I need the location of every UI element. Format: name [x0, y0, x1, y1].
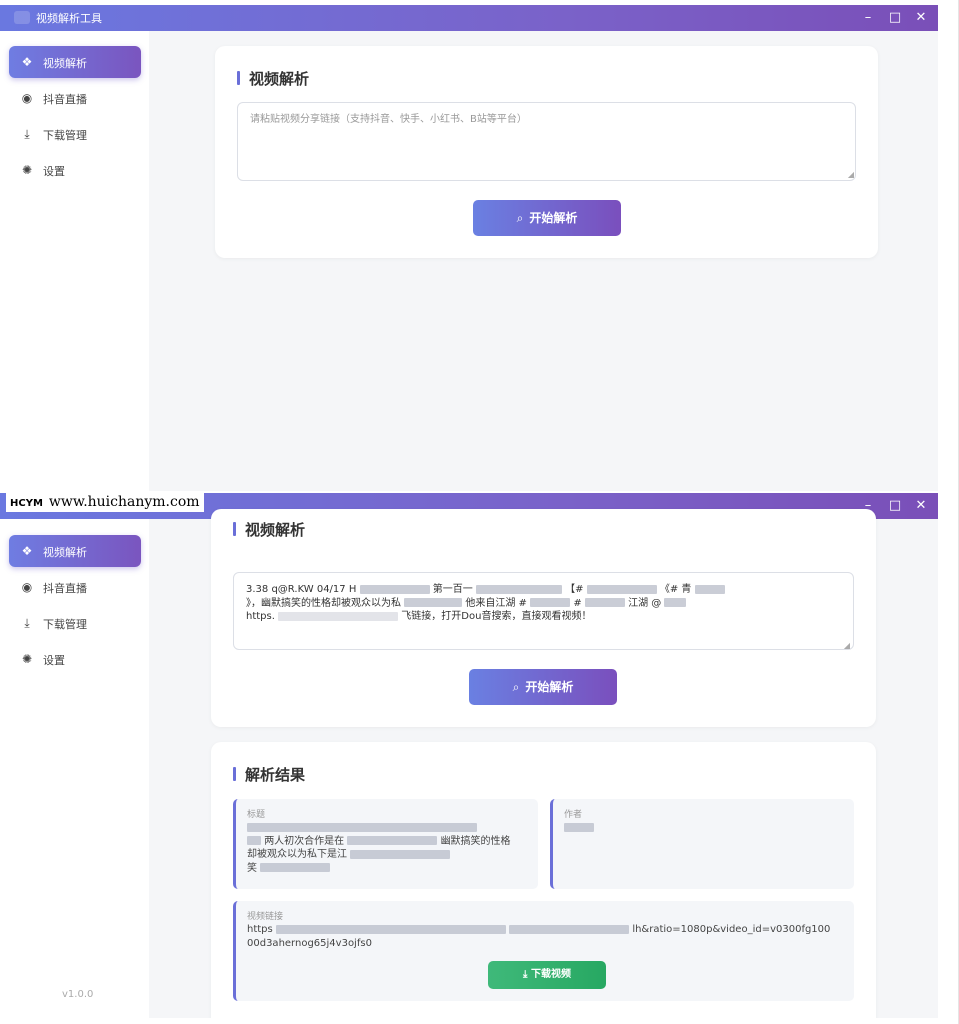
- sidebar-item-label: 抖音直播: [43, 93, 87, 106]
- app-logo-icon: [14, 11, 30, 24]
- title-field-label: 标题: [247, 810, 266, 820]
- download-icon: ⤓: [523, 969, 528, 980]
- redacted-block: [564, 822, 594, 832]
- watermark-url: www.huichanym.com: [48, 494, 200, 510]
- author-field-value: [564, 821, 844, 835]
- redacted-block: [247, 822, 477, 832]
- search-icon: ⌕: [512, 680, 520, 694]
- redacted-block: [247, 836, 261, 845]
- sidebar-item-douyin-live[interactable]: ◉ 抖音直播: [9, 571, 141, 603]
- sidebar-item-label: 视频解析: [43, 546, 87, 559]
- sidebar: ❖ 视频解析 ◉ 抖音直播 ⤓ 下载管理 ✺ 设置: [0, 31, 149, 491]
- redacted-block: [278, 611, 399, 621]
- resize-grip-icon[interactable]: ◢: [844, 641, 850, 650]
- start-parse-button[interactable]: ⌕ 开始解析: [473, 200, 621, 236]
- resize-grip-icon[interactable]: ◢: [848, 170, 854, 179]
- input-line-3: https. 飞链接，打开Dou音搜索，直接观看视频！: [246, 611, 592, 622]
- download-icon: ⤓: [24, 616, 30, 630]
- maximize-button[interactable]: □: [884, 8, 906, 28]
- window-title: 视频解析工具: [36, 12, 102, 25]
- redacted-block: [350, 849, 451, 859]
- close-button[interactable]: ✕: [910, 496, 932, 516]
- redacted-block: [694, 584, 725, 594]
- share-link-input[interactable]: 请粘贴视频分享链接（支持抖音、快手、小红书、B站等平台）: [237, 102, 856, 181]
- author-field-label: 作者: [564, 810, 583, 820]
- minimize-button[interactable]: –: [857, 8, 879, 28]
- share-link-input[interactable]: 3.38 q@R.KW 04/17 H 第一百一 【# 《# 青 》，幽默搞笑的…: [233, 572, 854, 650]
- version-label: v1.0.0: [62, 989, 94, 1000]
- app-window-result-state: – □ ✕ ❖ 视频解析 ◉ 抖音直播 ⤓ 下载管理 ✺ 设置 v1.0.0 视…: [0, 493, 938, 1018]
- redacted-block: [404, 598, 463, 607]
- result-card: 解析结果 标题 两人初次合作是在 幽默搞笑的性格 却被观众以为私下是江 笑 作者…: [211, 742, 876, 1018]
- sidebar-item-label: 下载管理: [43, 618, 87, 631]
- sidebar-item-label: 下载管理: [43, 129, 87, 142]
- sidebar-item-label: 抖音直播: [43, 582, 87, 595]
- redacted-block: [584, 598, 625, 607]
- redacted-block: [359, 584, 430, 594]
- video-link-field: 视频链接 https lh&ratio=1080p&video_id=v0300…: [233, 901, 854, 1001]
- redacted-block: [347, 836, 438, 845]
- parse-card: 视频解析 请粘贴视频分享链接（支持抖音、快手、小红书、B站等平台） ◢ ⌕ 开始解…: [215, 46, 878, 258]
- title-field: 标题 两人初次合作是在 幽默搞笑的性格 却被观众以为私下是江 笑: [233, 799, 538, 889]
- redacted-block: [509, 924, 630, 934]
- sidebar-item-settings[interactable]: ✺ 设置: [9, 643, 141, 675]
- sidebar-item-label: 设置: [43, 654, 65, 667]
- input-line-2: 》，幽默搞笑的性格却被观众以为私 他来自江湖 # # 江湖 @: [246, 597, 841, 611]
- sidebar-item-video-parse[interactable]: ❖ 视频解析: [9, 46, 141, 78]
- video-link-value[interactable]: https lh&ratio=1080p&video_id=v0300fg100…: [247, 923, 844, 950]
- sidebar-item-label: 视频解析: [43, 57, 87, 70]
- sidebar-item-video-parse[interactable]: ❖ 视频解析: [9, 535, 141, 567]
- title-bar[interactable]: 视频解析工具 – □ ✕: [0, 5, 938, 31]
- watermark-logo: HCYM: [10, 498, 43, 509]
- start-parse-label: 开始解析: [529, 211, 578, 225]
- redacted-block: [260, 863, 331, 872]
- redacted-block: [475, 584, 562, 594]
- maximize-button[interactable]: □: [884, 496, 906, 516]
- video-link-label: 视频链接: [247, 912, 284, 922]
- sidebar-item-settings[interactable]: ✺ 设置: [9, 154, 141, 186]
- layers-icon: ❖: [21, 544, 33, 558]
- input-line-1: 3.38 q@R.KW 04/17 H 第一百一 【# 《# 青: [246, 583, 841, 597]
- download-icon: ⤓: [24, 127, 30, 141]
- live-icon: ◉: [21, 91, 33, 105]
- sidebar-item-douyin-live[interactable]: ◉ 抖音直播: [9, 82, 141, 114]
- site-watermark: HCYM www.huichanym.com: [6, 493, 204, 512]
- sidebar: ❖ 视频解析 ◉ 抖音直播 ⤓ 下载管理 ✺ 设置 v1.0.0: [0, 519, 149, 1018]
- gear-icon: ✺: [21, 163, 33, 177]
- download-video-label: 下载视频: [530, 969, 571, 980]
- live-icon: ◉: [21, 580, 33, 594]
- redacted-block: [530, 598, 571, 607]
- search-icon: ⌕: [516, 211, 524, 225]
- redacted-block: [664, 598, 687, 607]
- close-button[interactable]: ✕: [910, 8, 932, 28]
- start-parse-button[interactable]: ⌕ 开始解析: [469, 669, 617, 705]
- parse-card: 视频解析 3.38 q@R.KW 04/17 H 第一百一 【# 《# 青 》，…: [211, 509, 876, 727]
- page-margin: [938, 0, 959, 1024]
- parse-card-title: 视频解析: [233, 519, 305, 540]
- gear-icon: ✺: [21, 652, 33, 666]
- result-card-title: 解析结果: [233, 764, 305, 785]
- sidebar-item-downloads[interactable]: ⤓ 下载管理: [9, 118, 141, 150]
- app-window-empty-state: 视频解析工具 – □ ✕ ❖ 视频解析 ◉ 抖音直播 ⤓ 下载管理 ✺ 设置 视…: [0, 5, 938, 491]
- start-parse-label: 开始解析: [525, 680, 574, 694]
- layers-icon: ❖: [21, 55, 33, 69]
- author-field: 作者: [550, 799, 854, 889]
- title-field-value: 两人初次合作是在 幽默搞笑的性格 却被观众以为私下是江 笑: [247, 821, 528, 875]
- parse-card-title: 视频解析: [237, 68, 309, 89]
- download-video-button[interactable]: ⤓ 下载视频: [488, 961, 606, 989]
- redacted-block: [275, 924, 506, 934]
- redacted-block: [586, 584, 657, 594]
- sidebar-item-downloads[interactable]: ⤓ 下载管理: [9, 607, 141, 639]
- sidebar-item-label: 设置: [43, 165, 65, 178]
